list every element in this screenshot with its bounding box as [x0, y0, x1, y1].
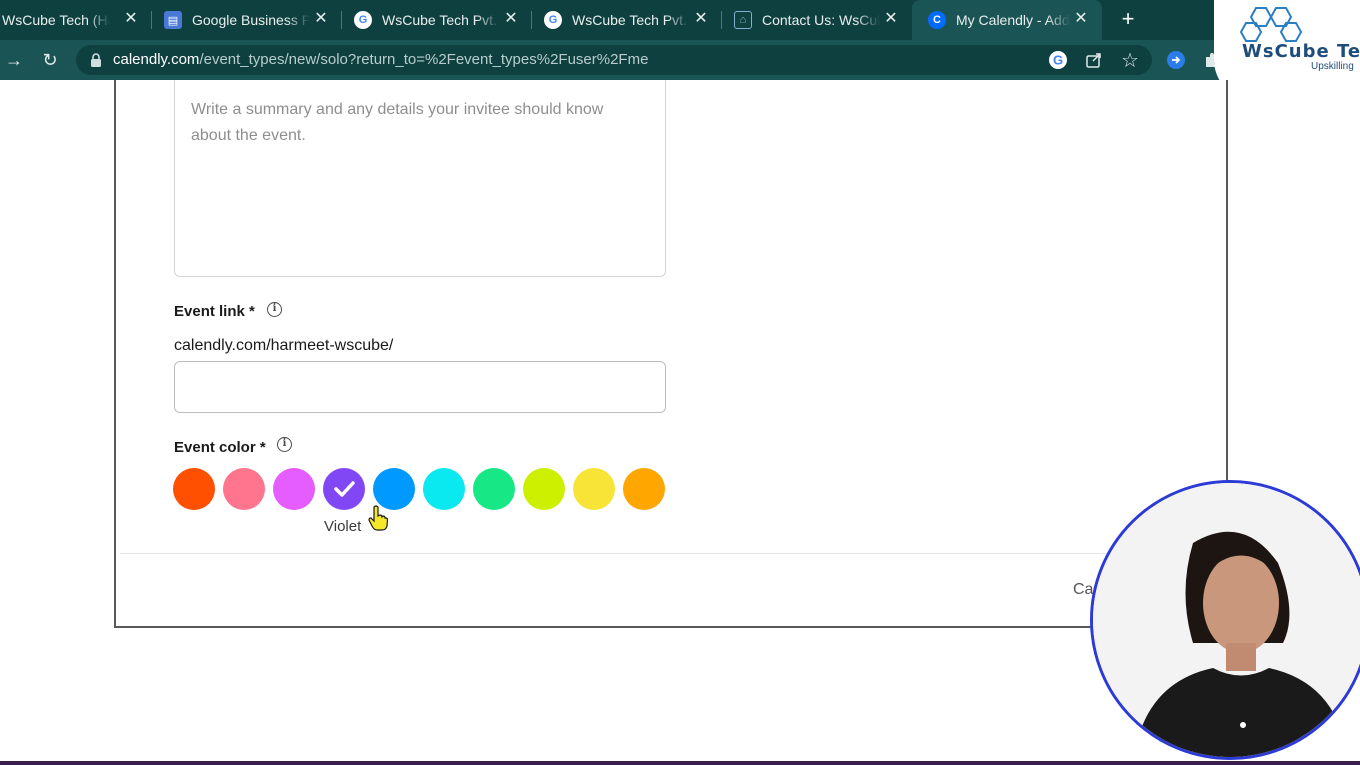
event-color-label: Event color * — [174, 439, 266, 456]
forward-arrow-icon[interactable]: → — [2, 48, 26, 72]
url-path: /event_types/new/solo?return_to=%2Fevent… — [199, 51, 649, 68]
color-swatch-magenta[interactable] — [273, 468, 315, 510]
color-swatch-blue[interactable] — [373, 468, 415, 510]
description-placeholder: Write a summary and any details your inv… — [191, 101, 604, 144]
tab-title: WsCube Tech (Harm — [2, 12, 110, 28]
tab-wscube-tech-harmeet[interactable]: WsCube Tech (Harm ✕ — [0, 0, 152, 40]
hand-pointer-cursor-icon — [368, 505, 388, 531]
tab-google-business[interactable]: ▤ Google Business Pr ✕ — [152, 0, 342, 40]
close-icon[interactable]: ✕ — [692, 10, 710, 28]
extension-icon[interactable] — [1166, 50, 1186, 70]
tab-title: WsCube Tech Pvt. L — [572, 12, 690, 28]
close-icon[interactable]: ✕ — [882, 10, 900, 28]
color-swatch-red-orange[interactable] — [173, 468, 215, 510]
url-host: calendly.com — [113, 51, 200, 68]
color-swatch-violet[interactable] — [323, 468, 365, 510]
share-icon[interactable] — [1084, 50, 1104, 70]
tab-wscube-tech-pvt-1[interactable]: G WsCube Tech Pvt. L ✕ — [342, 0, 532, 40]
close-icon[interactable]: ✕ — [122, 10, 140, 28]
google-icon: G — [544, 11, 562, 29]
color-swatch-cyan[interactable] — [423, 468, 465, 510]
tab-wscube-tech-pvt-2[interactable]: G WsCube Tech Pvt. L ✕ — [532, 0, 722, 40]
google-lens-icon[interactable]: G — [1048, 50, 1068, 70]
color-swatch-orange[interactable] — [623, 468, 665, 510]
cancel-button[interactable]: Ca — [1073, 581, 1093, 599]
tab-my-calendly[interactable]: C My Calendly - Add ✕ — [912, 0, 1102, 40]
google-business-icon: ▤ — [164, 11, 182, 29]
event-link-input[interactable] — [174, 361, 666, 413]
bookmark-star-icon[interactable]: ☆ — [1120, 50, 1140, 72]
tab-title: Contact Us: WsCub — [762, 12, 880, 28]
wscube-house-icon: ⌂ — [734, 11, 752, 29]
tab-title: My Calendly - Add — [956, 12, 1070, 28]
calendly-icon: C — [928, 11, 946, 29]
event-color-info-icon[interactable]: i — [277, 437, 292, 452]
bottom-edge-strip — [0, 761, 1360, 765]
close-icon[interactable]: ✕ — [312, 10, 330, 28]
wscube-hexagon-logo-icon — [1239, 7, 1303, 42]
wscube-logo-text: WsCube Te — [1242, 41, 1360, 62]
close-icon[interactable]: ✕ — [1072, 10, 1090, 28]
wscube-logo-tagline: Upskilling — [1311, 61, 1354, 72]
event-link-info-icon[interactable]: i — [267, 302, 282, 317]
selected-color-name: Violet — [324, 518, 362, 535]
svg-text:G: G — [1053, 53, 1063, 68]
checkmark-icon — [334, 481, 355, 497]
presenter-webcam-overlay — [1090, 480, 1360, 760]
close-icon[interactable]: ✕ — [502, 10, 520, 28]
browser-tab-bar: WsCube Tech (Harm ✕ ▤ Google Business Pr… — [0, 0, 1360, 40]
event-link-label: Event link * — [174, 303, 255, 320]
new-tab-button[interactable]: + — [1116, 8, 1140, 32]
color-swatch-yellow[interactable] — [573, 468, 615, 510]
tab-title: Google Business Pr — [192, 12, 310, 28]
color-swatch-lime[interactable] — [523, 468, 565, 510]
color-swatch-pink[interactable] — [223, 468, 265, 510]
color-swatch-green[interactable] — [473, 468, 515, 510]
tab-contact-us[interactable]: ⌂ Contact Us: WsCub ✕ — [722, 0, 912, 40]
footer-divider — [120, 553, 1225, 554]
address-url[interactable]: calendly.com/event_types/new/solo?return… — [113, 50, 648, 70]
reload-icon[interactable]: ↻ — [38, 48, 62, 72]
google-icon: G — [354, 11, 372, 29]
tab-title: WsCube Tech Pvt. L — [382, 12, 500, 28]
event-link-prefix: calendly.com/harmeet-wscube/ — [174, 337, 394, 354]
lock-icon — [91, 53, 101, 67]
presenter-avatar-icon — [1093, 483, 1360, 757]
